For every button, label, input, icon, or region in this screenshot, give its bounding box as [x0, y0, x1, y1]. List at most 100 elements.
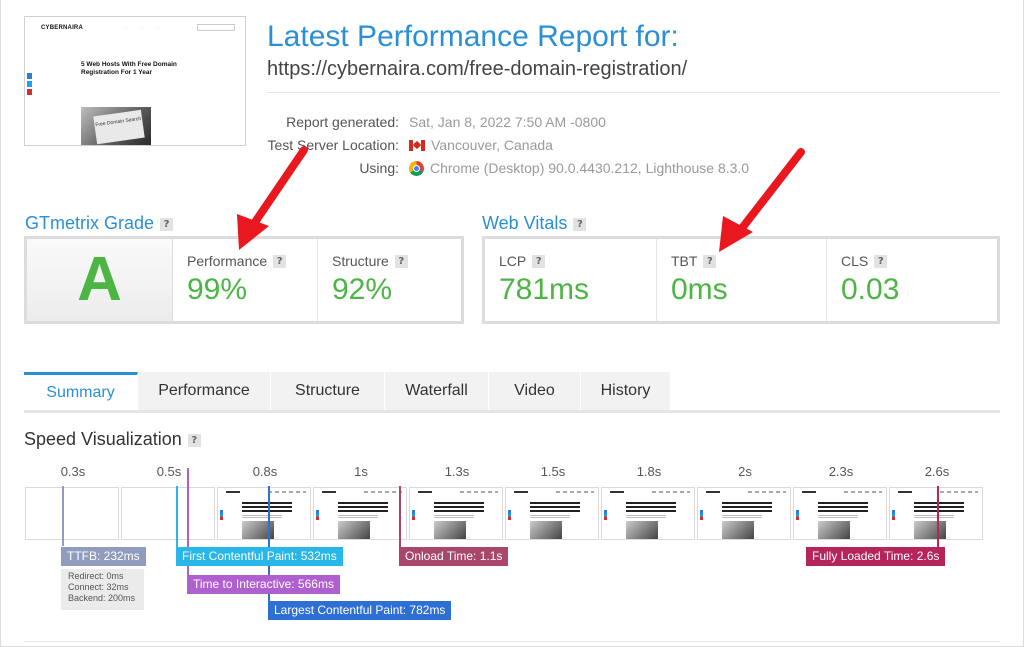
gtmetrix-grade-heading: GTmetrix Grade?	[25, 213, 174, 234]
help-icon[interactable]: ?	[187, 434, 201, 447]
lcp-marker-label[interactable]: Largest Contentful Paint: 782ms	[268, 601, 452, 620]
filmstrip-frame[interactable]	[697, 487, 791, 540]
tab-performance[interactable]: Performance	[138, 372, 271, 410]
filmstrip-frame[interactable]	[505, 487, 599, 540]
web-vitals-title: Web Vitals	[482, 213, 568, 233]
speed-visualization-heading: Speed Visualization?	[24, 429, 201, 450]
thumbnail-nav: ····· ······ ·····	[125, 26, 161, 30]
divider	[267, 92, 1000, 93]
grade-letter-cell: A	[27, 239, 173, 321]
filmstrip-frame[interactable]	[601, 487, 695, 540]
using-label: Using:	[359, 160, 399, 176]
tab-video[interactable]: Video	[489, 372, 581, 410]
tab-history[interactable]: History	[581, 372, 671, 410]
page-title: Latest Performance Report for:	[267, 20, 679, 53]
report-page: CYBERNAIRA ····· ······ ····· 5 Web Hosts …	[0, 0, 1024, 647]
tab-waterfall[interactable]: Waterfall	[385, 372, 489, 410]
report-generated-value: Sat, Jan 8, 2022 7:50 AM -0800	[409, 114, 606, 130]
using-text: Chrome (Desktop) 90.0.4430.212, Lighthou…	[430, 160, 750, 176]
help-icon[interactable]: ?	[703, 255, 717, 268]
help-icon[interactable]: ?	[874, 255, 888, 268]
using-value: Chrome (Desktop) 90.0.4430.212, Lighthou…	[409, 160, 749, 176]
timeline-tick: 1.8s	[636, 464, 662, 479]
cls-label-wrap: CLS?	[841, 253, 888, 269]
timeline-tick: 2.3s	[828, 464, 854, 479]
onload-label[interactable]: Onload Time: 1.1s	[399, 547, 509, 566]
chrome-icon	[409, 161, 424, 176]
server-location-label: Test Server Location:	[267, 137, 399, 153]
facebook-icon	[27, 73, 32, 79]
divider	[24, 641, 1000, 642]
timeline-tick: 1.3s	[444, 464, 470, 479]
timeline-tick: 0.3s	[60, 464, 86, 479]
fully-loaded-marker-line	[937, 486, 939, 548]
pinterest-icon	[27, 89, 32, 95]
tab-structure[interactable]: Structure	[271, 372, 385, 410]
timeline-tick: 2s	[738, 464, 752, 479]
connect-time: Connect: 32ms	[68, 582, 129, 592]
onload-marker-line	[399, 486, 401, 548]
page-screenshot-thumbnail[interactable]: CYBERNAIRA ····· ······ ····· 5 Web Hosts …	[24, 16, 246, 146]
tbt-cell: TBT? 0ms	[657, 239, 827, 321]
filmstrip-frame[interactable]	[889, 487, 983, 540]
performance-value: 99%	[187, 273, 248, 306]
tti-label[interactable]: Time to Interactive: 566ms	[187, 575, 340, 594]
help-icon[interactable]: ?	[273, 255, 287, 268]
ttfb-marker-line	[62, 486, 64, 546]
grade-letter: A	[77, 245, 122, 314]
thumbnail-logo: CYBERNAIRA	[41, 25, 84, 31]
structure-label-wrap: Structure?	[332, 253, 408, 269]
timeline-tick: 1.5s	[540, 464, 566, 479]
structure-value: 92%	[332, 273, 393, 306]
server-location-value: Vancouver, Canada	[409, 137, 553, 153]
ttfb-breakdown: Redirect: 0ms Connect: 32ms Backend: 200…	[61, 569, 144, 610]
filmstrip-frame-blank[interactable]	[25, 487, 119, 540]
gtmetrix-grade-panel: A Performance? 99% Structure? 92%	[24, 236, 464, 324]
help-icon[interactable]: ?	[160, 218, 174, 231]
filmstrip-frame[interactable]	[313, 487, 407, 540]
timeline-tick: 1s	[354, 464, 368, 479]
twitter-icon	[27, 81, 32, 87]
server-location-text: Vancouver, Canada	[431, 137, 553, 153]
cls-label: CLS	[841, 253, 869, 269]
help-icon[interactable]: ?	[532, 255, 546, 268]
filmstrip-frame[interactable]	[793, 487, 887, 540]
performance-score-cell: Performance? 99%	[173, 239, 318, 321]
canada-flag-icon	[409, 140, 425, 151]
lcp-value: 781ms	[499, 273, 590, 306]
report-tabs: Summary Performance Structure Waterfall …	[24, 372, 1000, 413]
thumbnail-search	[197, 24, 235, 31]
timeline-tick: 2.6s	[924, 464, 950, 479]
tbt-label-wrap: TBT?	[671, 253, 717, 269]
filmstrip-frame[interactable]	[409, 487, 503, 540]
help-icon[interactable]: ?	[394, 255, 408, 268]
tbt-label: TBT	[671, 253, 698, 269]
lcp-label: LCP	[499, 253, 527, 269]
timeline-tick: 0.5s	[156, 464, 182, 479]
lcp-label-wrap: LCP?	[499, 253, 546, 269]
performance-label-wrap: Performance?	[187, 253, 287, 269]
fcp-marker-line	[176, 486, 178, 548]
web-vitals-heading: Web Vitals?	[482, 213, 587, 234]
fcp-label[interactable]: First Contentful Paint: 532ms	[176, 547, 343, 566]
web-vitals-panel: LCP? 781ms TBT? 0ms CLS? 0.03	[482, 236, 1000, 324]
timeline-tick: 0.8s	[252, 464, 278, 479]
ttfb-label[interactable]: TTFB: 232ms	[61, 547, 146, 566]
fully-loaded-label[interactable]: Fully Loaded Time: 2.6s	[806, 547, 946, 566]
backend-time: Backend: 200ms	[68, 593, 136, 603]
filmstrip-frame[interactable]	[217, 487, 311, 540]
tab-summary[interactable]: Summary	[24, 372, 138, 410]
speed-visualization-title: Speed Visualization	[24, 429, 182, 449]
report-generated-label: Report generated:	[286, 114, 399, 130]
structure-label: Structure	[332, 253, 389, 269]
gtmetrix-grade-title: GTmetrix Grade	[25, 213, 155, 233]
filmstrip-frame-blank[interactable]	[121, 487, 215, 540]
lcp-cell: LCP? 781ms	[485, 239, 657, 321]
cls-cell: CLS? 0.03	[827, 239, 997, 321]
tbt-value: 0ms	[671, 273, 728, 306]
cls-value: 0.03	[841, 273, 900, 306]
redirect-time: Redirect: 0ms	[68, 571, 124, 581]
structure-score-cell: Structure? 92%	[318, 239, 461, 321]
report-url[interactable]: https://cybernaira.com/free-domain-regis…	[267, 58, 687, 81]
help-icon[interactable]: ?	[573, 218, 587, 231]
